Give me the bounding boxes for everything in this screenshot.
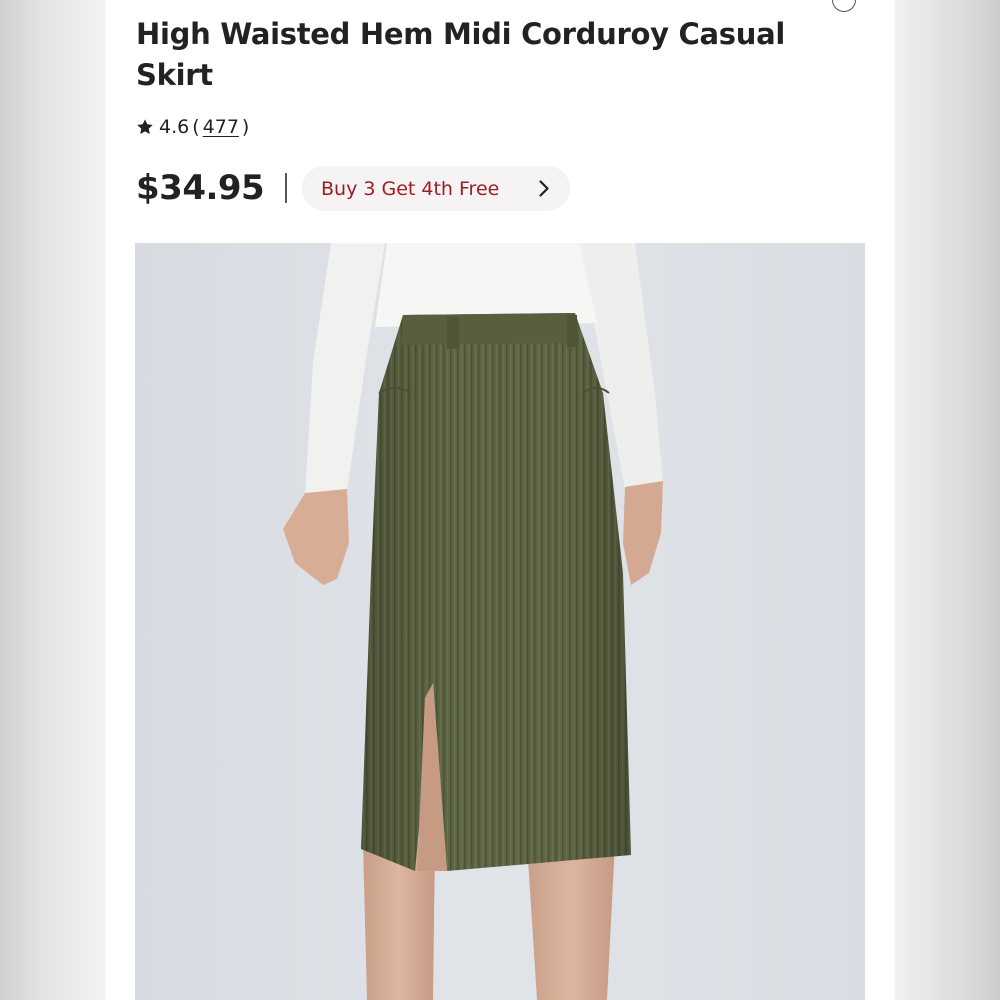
rating-value: 4.6 [159,116,190,138]
review-count-link[interactable]: 477 [203,116,239,138]
product-rating: 4.6 ( 477 ) [136,114,252,140]
price-divider [285,173,287,203]
product-price: $34.95 [136,168,265,208]
product-title: High Waisted Hem Midi Corduroy Casual Sk… [136,17,785,92]
rating-paren-close: ) [241,116,250,138]
promo-button[interactable]: Buy 3 Get 4th Free [302,166,570,211]
promo-label: Buy 3 Get 4th Free [321,177,500,200]
product-photo [135,243,865,1000]
product-image[interactable] [135,243,865,1000]
star-icon [137,119,153,134]
chevron-right-icon [539,180,549,197]
rating-paren-open: ( [192,116,200,138]
